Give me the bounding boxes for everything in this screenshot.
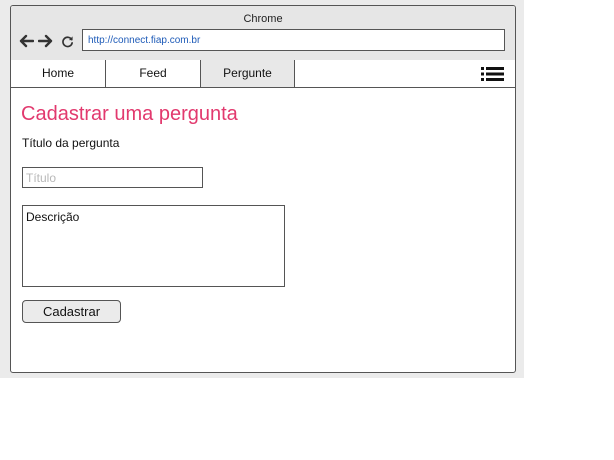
- browser-toolbar: Chrome: [11, 6, 515, 61]
- nav-tab-home[interactable]: Home: [11, 60, 106, 87]
- reload-icon: [61, 35, 73, 47]
- submit-button[interactable]: Cadastrar: [22, 300, 121, 323]
- site-nav: Home Feed Pergunte: [11, 60, 515, 88]
- arrow-right-icon: [38, 34, 53, 48]
- page-background: Chrome Home Feed Pergu: [0, 0, 524, 378]
- title-input[interactable]: [22, 167, 203, 188]
- nav-tab-pergunte[interactable]: Pergunte: [200, 60, 295, 87]
- menu-button[interactable]: [481, 66, 505, 82]
- browser-window: Chrome Home Feed Pergu: [10, 5, 516, 373]
- address-bar[interactable]: [82, 29, 505, 51]
- description-textarea[interactable]: [22, 205, 285, 287]
- window-title: Chrome: [243, 13, 283, 25]
- arrow-left-icon: [19, 34, 34, 48]
- forward-button[interactable]: [36, 31, 56, 51]
- title-field-label: Título da pergunta: [22, 136, 120, 150]
- reload-button[interactable]: [57, 31, 77, 51]
- back-button[interactable]: [16, 31, 36, 51]
- list-menu-icon: [481, 67, 504, 81]
- page-title: Cadastrar uma pergunta: [21, 103, 238, 125]
- nav-tab-feed[interactable]: Feed: [106, 60, 201, 87]
